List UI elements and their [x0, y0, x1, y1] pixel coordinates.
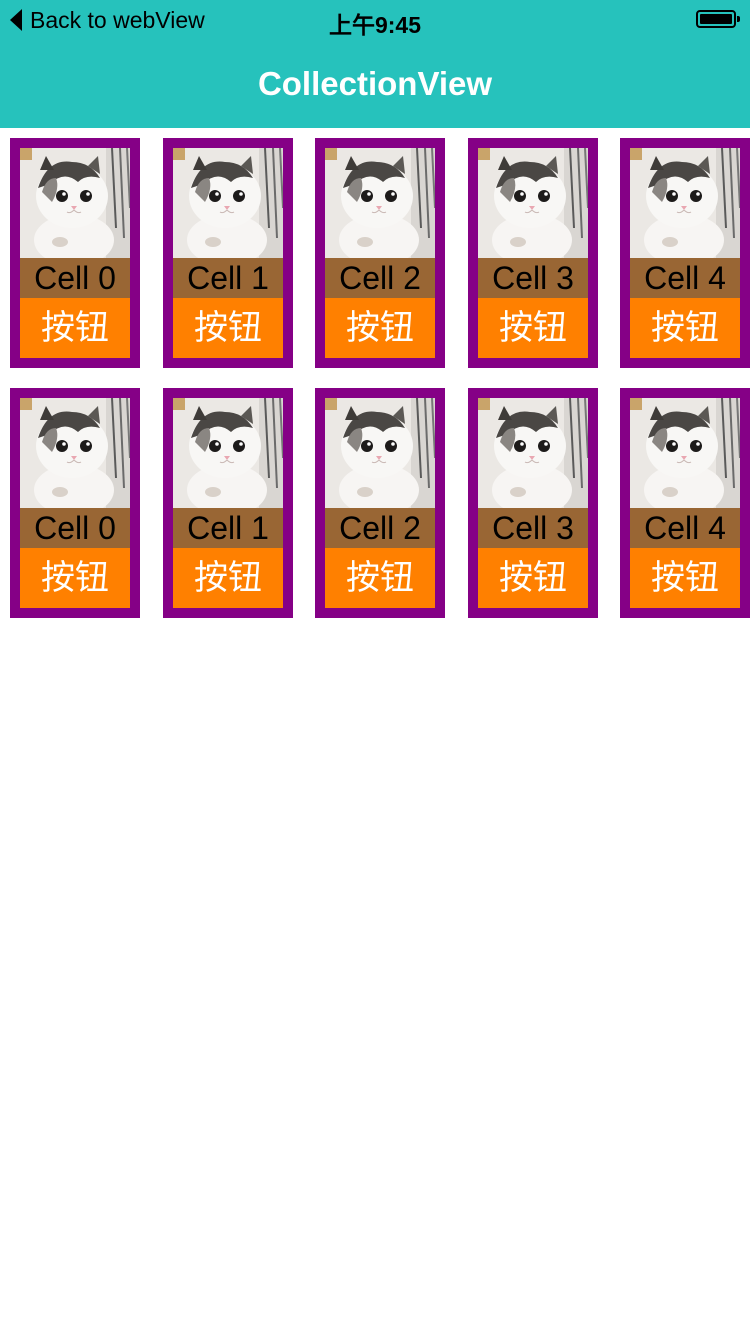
collection-cell[interactable]: Cell 2 按钮 — [315, 388, 445, 618]
cat-photo — [325, 398, 435, 508]
collection-cell[interactable]: Cell 4 按钮 — [620, 388, 750, 618]
cat-photo — [478, 148, 588, 258]
cat-photo — [630, 148, 740, 258]
cell-button[interactable]: 按钮 — [20, 548, 130, 608]
cell-button[interactable]: 按钮 — [20, 298, 130, 358]
back-label: Back to webView — [30, 6, 205, 33]
cat-photo — [325, 148, 435, 258]
cell-button[interactable]: 按钮 — [630, 548, 740, 608]
cell-button[interactable]: 按钮 — [478, 548, 588, 608]
cat-photo — [20, 148, 130, 258]
cat-photo — [173, 148, 283, 258]
cell-label: Cell 0 — [20, 508, 130, 548]
collection-cell[interactable]: Cell 0 按钮 — [10, 138, 140, 368]
collection-cell[interactable]: Cell 0 按钮 — [10, 388, 140, 618]
collection-cell[interactable]: Cell 3 按钮 — [468, 138, 598, 368]
battery-fill — [700, 14, 732, 24]
navigation-bar: Back to webView 上午9:45 CollectionView — [0, 0, 750, 128]
cell-label: Cell 3 — [478, 508, 588, 548]
cell-button[interactable]: 按钮 — [478, 298, 588, 358]
cell-button[interactable]: 按钮 — [325, 298, 435, 358]
cell-label: Cell 4 — [630, 508, 740, 548]
status-bar: Back to webView 上午9:45 — [0, 0, 750, 40]
cell-label: Cell 1 — [173, 508, 283, 548]
cat-photo — [478, 398, 588, 508]
collection-cell[interactable]: Cell 4 按钮 — [620, 138, 750, 368]
cell-label: Cell 3 — [478, 258, 588, 298]
collection-cell[interactable]: Cell 1 按钮 — [163, 138, 293, 368]
back-chevron-icon — [10, 9, 22, 31]
cat-photo — [20, 398, 130, 508]
collection-cell[interactable]: Cell 1 按钮 — [163, 388, 293, 618]
cat-photo — [173, 398, 283, 508]
cell-label: Cell 1 — [173, 258, 283, 298]
cell-label: Cell 2 — [325, 258, 435, 298]
back-to-webview-link[interactable]: Back to webView — [10, 6, 205, 34]
cell-label: Cell 0 — [20, 258, 130, 298]
collection-cell[interactable]: Cell 2 按钮 — [315, 138, 445, 368]
cell-button[interactable]: 按钮 — [173, 548, 283, 608]
cell-label: Cell 2 — [325, 508, 435, 548]
cell-button[interactable]: 按钮 — [630, 298, 740, 358]
collection-cell[interactable]: Cell 3 按钮 — [468, 388, 598, 618]
battery-icon — [696, 10, 740, 28]
cell-label: Cell 4 — [630, 258, 740, 298]
cat-photo — [630, 398, 740, 508]
nav-title: CollectionView — [257, 65, 493, 102]
status-time: 上午9:45 — [328, 12, 422, 38]
cell-button[interactable]: 按钮 — [173, 298, 283, 358]
cell-button[interactable]: 按钮 — [325, 548, 435, 608]
